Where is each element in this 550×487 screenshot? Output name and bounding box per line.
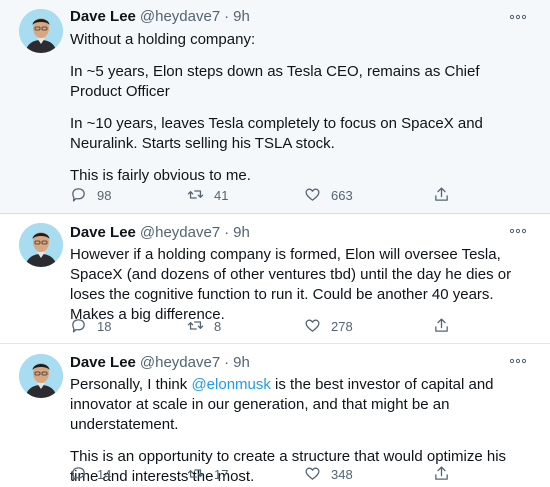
share-button[interactable] <box>433 465 450 485</box>
share-upload-icon <box>433 186 450 206</box>
retweet-arrows-icon <box>187 465 204 485</box>
like-button[interactable]: 278 <box>304 317 353 337</box>
reply-count: 14 <box>97 467 112 482</box>
separator-dot: · <box>224 8 230 25</box>
heart-icon <box>304 317 321 337</box>
separator-dot: · <box>224 224 230 241</box>
reply-count: 98 <box>97 188 112 203</box>
retweet-arrows-icon <box>187 317 204 337</box>
share-button[interactable] <box>433 186 450 206</box>
separator-dot: · <box>224 354 230 371</box>
share-button[interactable] <box>433 317 450 337</box>
retweet-count: 17 <box>214 467 229 482</box>
tweet-paragraph: However if a holding company is formed, … <box>70 246 512 323</box>
author-handle[interactable]: @heydave7 <box>140 354 220 371</box>
heart-icon <box>304 186 321 206</box>
tweet-actions: 98 41 663 <box>70 186 460 206</box>
ellipsis-icon[interactable] <box>508 221 528 241</box>
reply-count: 18 <box>97 319 112 334</box>
tweet-paragraph: This is fairly obvious to me. <box>70 167 251 184</box>
tweet-paragraph: Without a holding company: <box>70 31 256 48</box>
tweet-text-segment: Personally, I think <box>70 376 192 393</box>
author-name[interactable]: Dave Lee <box>70 224 136 241</box>
retweet-button[interactable]: 41 <box>187 186 228 206</box>
tweet-paragraph: In ~5 years, Elon steps down as Tesla CE… <box>70 63 480 100</box>
tweet-timestamp[interactable]: 9h <box>233 354 250 371</box>
reply-button[interactable]: 98 <box>70 186 111 206</box>
speech-bubble-icon <box>70 465 87 485</box>
tweet-paragraph: Personally, I think @elonmusk is the bes… <box>70 375 532 435</box>
share-upload-icon <box>433 317 450 337</box>
retweet-button[interactable]: 17 <box>187 465 228 485</box>
heart-icon <box>304 465 321 485</box>
retweet-count: 8 <box>214 319 222 334</box>
retweet-button[interactable]: 8 <box>187 317 221 337</box>
author-name[interactable]: Dave Lee <box>70 8 136 25</box>
ellipsis-icon[interactable] <box>508 7 528 27</box>
reply-button[interactable]: 18 <box>70 317 111 337</box>
avatar[interactable] <box>19 354 63 398</box>
retweet-count: 41 <box>214 188 229 203</box>
tweet-timestamp[interactable]: 9h <box>233 224 250 241</box>
reply-button[interactable]: 14 <box>70 465 111 485</box>
like-count: 663 <box>331 188 353 203</box>
like-count: 348 <box>331 467 353 482</box>
speech-bubble-icon <box>70 186 87 206</box>
tweet-header: Dave Lee @heydave7 · 9h <box>70 7 250 27</box>
tweet-text: However if a holding company is formed, … <box>70 245 532 325</box>
like-button[interactable]: 663 <box>304 186 353 206</box>
author-name[interactable]: Dave Lee <box>70 354 136 371</box>
tweet-actions: 18 8 278 <box>70 317 460 337</box>
tweet-thread: Dave Lee @heydave7 · 9h Without a holding c… <box>0 0 550 486</box>
mention-link[interactable]: @elonmusk <box>191 376 270 393</box>
ellipsis-icon[interactable] <box>508 351 528 371</box>
tweet-paragraph: In ~10 years, leaves Tesla completely to… <box>70 115 483 152</box>
tweet[interactable]: Dave Lee @heydave7 · 9h Without a holding c… <box>0 0 550 214</box>
tweet[interactable]: Dave Lee @heydave7 · 9h However if a holdin… <box>0 214 550 344</box>
tweet-actions: 14 17 348 <box>70 465 460 485</box>
tweet[interactable]: Dave Lee @heydave7 · 9h Personally, I think… <box>0 344 550 486</box>
tweet-text: Without a holding company: In ~5 years, … <box>70 30 532 186</box>
share-upload-icon <box>433 465 450 485</box>
like-count: 278 <box>331 319 353 334</box>
speech-bubble-icon <box>70 317 87 337</box>
author-handle[interactable]: @heydave7 <box>140 8 220 25</box>
tweet-header: Dave Lee @heydave7 · 9h <box>70 353 250 373</box>
avatar[interactable] <box>19 223 63 267</box>
author-handle[interactable]: @heydave7 <box>140 224 220 241</box>
tweet-header: Dave Lee @heydave7 · 9h <box>70 223 250 243</box>
retweet-arrows-icon <box>187 186 204 206</box>
avatar[interactable] <box>19 9 63 53</box>
like-button[interactable]: 348 <box>304 465 353 485</box>
tweet-timestamp[interactable]: 9h <box>233 8 250 25</box>
